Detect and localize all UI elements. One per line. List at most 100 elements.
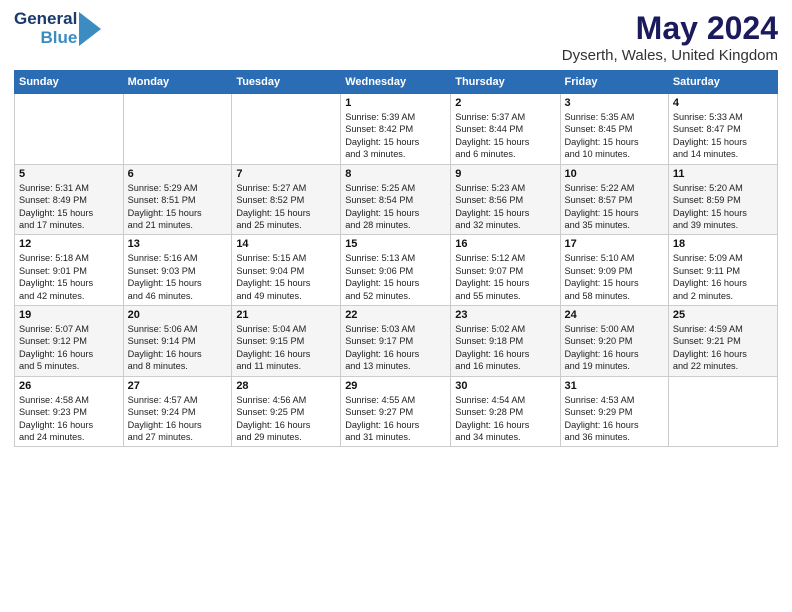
calendar-week-row: 1 Sunrise: 5:39 AM Sunset: 8:42 PM Daylig… [15, 94, 778, 165]
day-info: Sunrise: 4:59 AM Sunset: 9:21 PM Dayligh… [673, 323, 773, 373]
calendar-cell: 30Sunrise: 4:54 AM Sunset: 9:28 PM Dayli… [451, 376, 560, 447]
day-info: Sunrise: 5:15 AM Sunset: 9:04 PM Dayligh… [236, 252, 336, 302]
day-number: 18 [673, 238, 773, 250]
calendar-cell: 1 Sunrise: 5:39 AM Sunset: 8:42 PM Daylig… [341, 94, 451, 165]
day-info: Sunrise: 5:27 AM Sunset: 8:52 PM Dayligh… [236, 182, 336, 232]
day-info: Sunrise: 4:55 AM Sunset: 9:27 PM Dayligh… [345, 394, 446, 444]
calendar-cell: 2Sunrise: 5:37 AM Sunset: 8:44 PM Daylig… [451, 94, 560, 165]
logo-general: General [14, 10, 77, 29]
calendar-cell: 24Sunrise: 5:00 AM Sunset: 9:20 PM Dayli… [560, 306, 668, 377]
day-number: 31 [565, 380, 664, 392]
day-number: 8 [345, 168, 446, 180]
day-number: 20 [128, 309, 228, 321]
day-info: Sunrise: 5:31 AM Sunset: 8:49 PM Dayligh… [19, 182, 119, 232]
day-info: Sunrise: 5:10 AM Sunset: 9:09 PM Dayligh… [565, 252, 664, 302]
col-sunday: Sunday [15, 71, 124, 94]
calendar-header-row: Sunday Monday Tuesday Wednesday Thursday… [15, 71, 778, 94]
day-info: Sunrise: 5:02 AM Sunset: 9:18 PM Dayligh… [455, 323, 555, 373]
col-tuesday: Tuesday [232, 71, 341, 94]
calendar-cell: 10Sunrise: 5:22 AM Sunset: 8:57 PM Dayli… [560, 164, 668, 235]
day-info: Sunrise: 5:18 AM Sunset: 9:01 PM Dayligh… [19, 252, 119, 302]
calendar-cell: 4 Sunrise: 5:33 AM Sunset: 8:47 PM Daylig… [668, 94, 777, 165]
calendar-page: General Blue May 2024 Dyserth, Wales, Un… [0, 0, 792, 612]
calendar-cell: 23 Sunrise: 5:02 AM Sunset: 9:18 PM Dayli… [451, 306, 560, 377]
day-number: 25 [673, 309, 773, 321]
calendar-cell [15, 94, 124, 165]
col-friday: Friday [560, 71, 668, 94]
calendar-cell: 14 Sunrise: 5:15 AM Sunset: 9:04 PM Dayli… [232, 235, 341, 306]
day-info: Sunrise: 5:09 AM Sunset: 9:11 PM Dayligh… [673, 252, 773, 302]
day-number: 22 [345, 309, 446, 321]
day-info: Sunrise: 5:39 AM Sunset: 8:42 PM Dayligh… [345, 111, 446, 161]
day-number: 15 [345, 238, 446, 250]
day-number: 24 [565, 309, 664, 321]
calendar-cell [668, 376, 777, 447]
col-monday: Monday [123, 71, 232, 94]
day-number: 7 [236, 168, 336, 180]
calendar-cell: 25 Sunrise: 4:59 AM Sunset: 9:21 PM Dayli… [668, 306, 777, 377]
title-block: May 2024 Dyserth, Wales, United Kingdom [562, 10, 778, 64]
day-info: Sunrise: 5:23 AM Sunset: 8:56 PM Dayligh… [455, 182, 555, 232]
day-info: Sunrise: 5:20 AM Sunset: 8:59 PM Dayligh… [673, 182, 773, 232]
day-info: Sunrise: 5:33 AM Sunset: 8:47 PM Dayligh… [673, 111, 773, 161]
logo-icon [79, 12, 101, 46]
day-info: Sunrise: 4:53 AM Sunset: 9:29 PM Dayligh… [565, 394, 664, 444]
calendar-cell: 17Sunrise: 5:10 AM Sunset: 9:09 PM Dayli… [560, 235, 668, 306]
calendar-cell: 9Sunrise: 5:23 AM Sunset: 8:56 PM Daylig… [451, 164, 560, 235]
calendar-cell: 19 Sunrise: 5:07 AM Sunset: 9:12 PM Dayli… [15, 306, 124, 377]
calendar-cell: 18 Sunrise: 5:09 AM Sunset: 9:11 PM Dayli… [668, 235, 777, 306]
page-header: General Blue May 2024 Dyserth, Wales, Un… [14, 10, 778, 64]
day-number: 19 [19, 309, 119, 321]
day-number: 1 [345, 97, 446, 109]
calendar-cell: 21 Sunrise: 5:04 AM Sunset: 9:15 PM Dayli… [232, 306, 341, 377]
day-info: Sunrise: 5:06 AM Sunset: 9:14 PM Dayligh… [128, 323, 228, 373]
calendar-week-row: 5Sunrise: 5:31 AM Sunset: 8:49 PM Daylig… [15, 164, 778, 235]
calendar-week-row: 12 Sunrise: 5:18 AM Sunset: 9:01 PM Dayli… [15, 235, 778, 306]
calendar-cell: 27 Sunrise: 4:57 AM Sunset: 9:24 PM Dayli… [123, 376, 232, 447]
calendar-cell: 16 Sunrise: 5:12 AM Sunset: 9:07 PM Dayli… [451, 235, 560, 306]
day-number: 3 [565, 97, 664, 109]
day-number: 2 [455, 97, 555, 109]
calendar-cell: 6Sunrise: 5:29 AM Sunset: 8:51 PM Daylig… [123, 164, 232, 235]
day-number: 16 [455, 238, 555, 250]
col-wednesday: Wednesday [341, 71, 451, 94]
day-number: 21 [236, 309, 336, 321]
calendar-cell: 29 Sunrise: 4:55 AM Sunset: 9:27 PM Dayli… [341, 376, 451, 447]
day-info: Sunrise: 5:12 AM Sunset: 9:07 PM Dayligh… [455, 252, 555, 302]
day-number: 13 [128, 238, 228, 250]
calendar-cell: 7 Sunrise: 5:27 AM Sunset: 8:52 PM Daylig… [232, 164, 341, 235]
day-number: 4 [673, 97, 773, 109]
day-info: Sunrise: 5:07 AM Sunset: 9:12 PM Dayligh… [19, 323, 119, 373]
calendar-cell: 5Sunrise: 5:31 AM Sunset: 8:49 PM Daylig… [15, 164, 124, 235]
calendar-week-row: 19 Sunrise: 5:07 AM Sunset: 9:12 PM Dayli… [15, 306, 778, 377]
calendar-cell: 28Sunrise: 4:56 AM Sunset: 9:25 PM Dayli… [232, 376, 341, 447]
day-number: 28 [236, 380, 336, 392]
day-number: 29 [345, 380, 446, 392]
month-year-title: May 2024 [562, 10, 778, 47]
calendar-cell: 26Sunrise: 4:58 AM Sunset: 9:23 PM Dayli… [15, 376, 124, 447]
day-number: 12 [19, 238, 119, 250]
day-info: Sunrise: 5:29 AM Sunset: 8:51 PM Dayligh… [128, 182, 228, 232]
day-info: Sunrise: 5:16 AM Sunset: 9:03 PM Dayligh… [128, 252, 228, 302]
calendar-table: Sunday Monday Tuesday Wednesday Thursday… [14, 70, 778, 447]
day-number: 14 [236, 238, 336, 250]
calendar-cell [232, 94, 341, 165]
day-number: 11 [673, 168, 773, 180]
col-saturday: Saturday [668, 71, 777, 94]
day-info: Sunrise: 4:54 AM Sunset: 9:28 PM Dayligh… [455, 394, 555, 444]
logo: General Blue [14, 10, 101, 47]
calendar-cell: 8 Sunrise: 5:25 AM Sunset: 8:54 PM Daylig… [341, 164, 451, 235]
calendar-cell: 20 Sunrise: 5:06 AM Sunset: 9:14 PM Dayli… [123, 306, 232, 377]
day-info: Sunrise: 4:57 AM Sunset: 9:24 PM Dayligh… [128, 394, 228, 444]
calendar-week-row: 26Sunrise: 4:58 AM Sunset: 9:23 PM Dayli… [15, 376, 778, 447]
location-subtitle: Dyserth, Wales, United Kingdom [562, 47, 778, 64]
day-number: 27 [128, 380, 228, 392]
day-info: Sunrise: 5:04 AM Sunset: 9:15 PM Dayligh… [236, 323, 336, 373]
day-info: Sunrise: 5:22 AM Sunset: 8:57 PM Dayligh… [565, 182, 664, 232]
day-info: Sunrise: 5:03 AM Sunset: 9:17 PM Dayligh… [345, 323, 446, 373]
day-number: 23 [455, 309, 555, 321]
day-number: 26 [19, 380, 119, 392]
day-info: Sunrise: 5:25 AM Sunset: 8:54 PM Dayligh… [345, 182, 446, 232]
calendar-cell [123, 94, 232, 165]
calendar-cell: 3Sunrise: 5:35 AM Sunset: 8:45 PM Daylig… [560, 94, 668, 165]
